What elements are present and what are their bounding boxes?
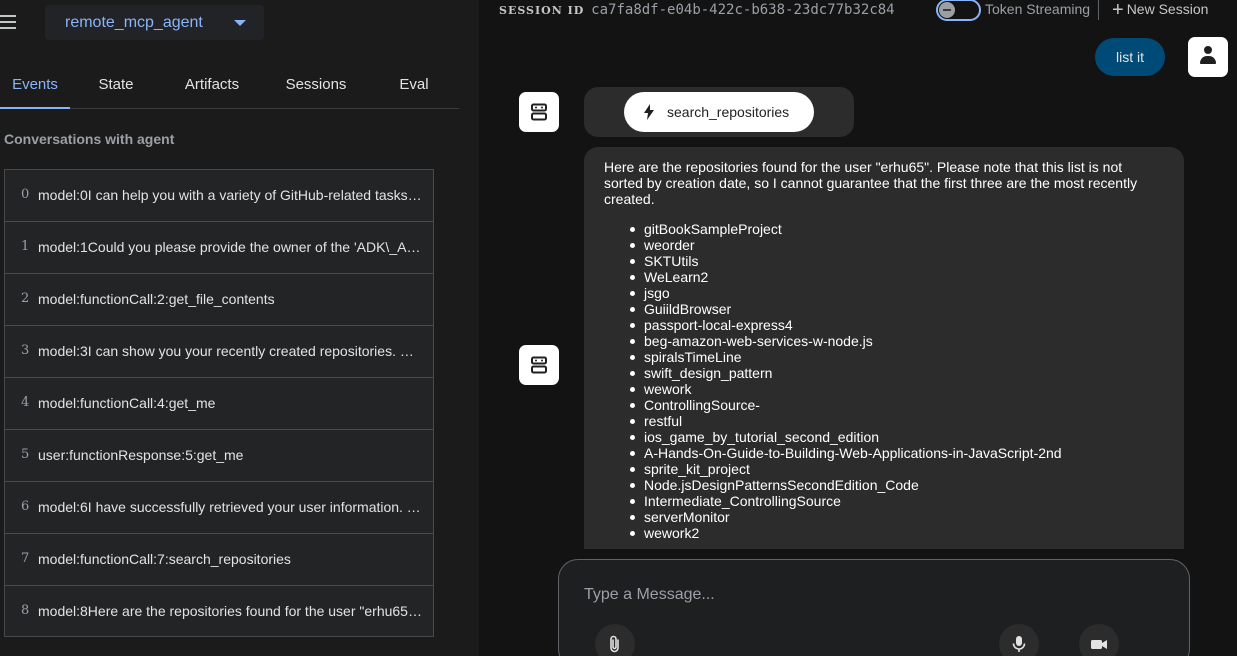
event-row[interactable]: 5 user:functionResponse:5:get_me [4,429,434,481]
list-item: passport-local-express4 [624,317,1062,333]
tab-eval[interactable]: Eval [389,62,439,109]
event-text: model:6I have successfully retrieved you… [38,499,422,515]
microphone-button[interactable] [999,624,1039,656]
user-message-bubble: list it [1095,38,1165,76]
function-call-bubble: search_repositories [584,87,854,137]
user-avatar [1188,37,1228,77]
event-index: 6 [21,499,30,514]
event-row[interactable]: 6 model:6I have successfully retrieved y… [4,481,434,533]
list-item: sprite_kit_project [624,461,1062,477]
event-row[interactable]: 0 model:0I can help you with a variety o… [4,169,434,221]
list-item: beg-amazon-web-services-w-node.js [624,333,1062,349]
repository-list: gitBookSampleProject weorder SKTUtils We… [624,221,1062,541]
list-item: Node.jsDesignPatternsSecondEdition_Code [624,477,1062,493]
tab-state[interactable]: State [85,62,147,109]
list-item: ControllingSource- [624,397,1062,413]
attach-button[interactable] [595,624,635,656]
list-item: Intermediate_ControllingSource [624,493,1062,509]
list-item: jsgo [624,285,1062,301]
list-item: SKTUtils [624,253,1062,269]
bot-message-text: Here are the repositories found for the … [604,159,1138,207]
menu-icon[interactable] [0,15,16,29]
event-text: model:8Here are the repositories found f… [38,603,422,619]
bot-avatar [519,92,559,132]
event-row[interactable]: 8 model:8Here are the repositories found… [4,585,434,637]
list-item: wework [624,381,1062,397]
bolt-icon [644,104,654,120]
list-item: gitBookSampleProject [624,221,1062,237]
list-item: swift_design_pattern [624,365,1062,381]
token-streaming-toggle[interactable] [936,0,981,21]
events-section-title: Conversations with agent [4,131,175,147]
event-row[interactable]: 4 model:functionCall:4:get_me [4,377,434,429]
bot-message-bubble: Here are the repositories found for the … [584,147,1184,549]
session-info: SESSION ID ca7fa8df-e04b-422c-b638-23dc7… [499,1,895,18]
chat-panel: SESSION ID ca7fa8df-e04b-422c-b638-23dc7… [479,0,1237,656]
list-item: weorder [624,237,1062,253]
event-text: model:0I can help you with a variety of … [38,187,422,203]
event-index: 0 [21,187,30,202]
bot-avatar [519,345,559,385]
event-text: model:functionCall:2:get_file_contents [38,291,275,307]
event-list: 0 model:0I can help you with a variety o… [4,169,434,637]
event-text: model:functionCall:4:get_me [38,395,216,411]
event-text: model:functionCall:7:search_repositories [38,551,291,567]
side-panel: remote_mcp_agent Events State Artifacts … [0,0,479,656]
event-index: 8 [21,603,30,618]
event-index: 5 [21,447,30,462]
event-index: 2 [21,291,30,306]
robot-icon [531,103,547,121]
function-call-name: search_repositories [667,104,790,120]
toggle-knob [939,2,955,18]
list-item: spiralsTimeLine [624,349,1062,365]
plus-icon: + [1112,0,1124,21]
list-item: wework2 [624,525,1062,541]
message-composer [558,559,1190,656]
tab-events[interactable]: Events [0,62,70,109]
new-session-button[interactable]: + New Session [1112,0,1209,20]
event-index: 4 [21,395,30,410]
video-camera-icon [1091,640,1107,649]
session-id-label: SESSION ID [499,4,585,17]
message-input[interactable] [584,582,1164,608]
event-row[interactable]: 7 model:functionCall:7:search_repositori… [4,533,434,585]
person-icon [1200,46,1216,66]
token-streaming-label: Token Streaming [985,1,1091,17]
chevron-down-icon [234,20,246,26]
event-index: 1 [21,239,30,254]
event-text: model:1Could you please provide the owne… [38,239,422,255]
list-item: WeLearn2 [624,269,1062,285]
tab-artifacts[interactable]: Artifacts [172,62,252,109]
panel-tabs: Events State Artifacts Sessions Eval [0,62,459,109]
event-row[interactable]: 2 model:functionCall:2:get_file_contents [4,273,434,325]
app-select-value: remote_mcp_agent [65,14,203,31]
microphone-icon [1012,636,1026,652]
event-index: 3 [21,343,30,358]
event-text: model:3I can show you your recently crea… [38,343,422,359]
function-call-chip[interactable]: search_repositories [624,92,814,132]
tab-sessions[interactable]: Sessions [276,62,356,109]
event-text: user:functionResponse:5:get_me [38,447,244,463]
robot-icon [531,356,547,374]
list-item: serverMonitor [624,509,1062,525]
event-index: 7 [21,551,30,566]
list-item: ios_game_by_tutorial_second_edition [624,429,1062,445]
video-button[interactable] [1079,624,1119,656]
list-item: GuiildBrowser [624,301,1062,317]
event-row[interactable]: 1 model:1Could you please provide the ow… [4,221,434,273]
session-id-value: ca7fa8df-e04b-422c-b638-23dc77b32c84 [591,2,895,18]
event-row[interactable]: 3 model:3I can show you your recently cr… [4,325,434,377]
list-item: restful [624,413,1062,429]
app-root: remote_mcp_agent Events State Artifacts … [0,0,1237,656]
paperclip-icon [610,635,619,653]
new-session-label: New Session [1126,1,1209,17]
app-select-dropdown[interactable]: remote_mcp_agent [45,5,264,40]
header-divider [1098,0,1099,20]
list-item: A-Hands-On-Guide-to-Building-Web-Applica… [624,445,1062,461]
